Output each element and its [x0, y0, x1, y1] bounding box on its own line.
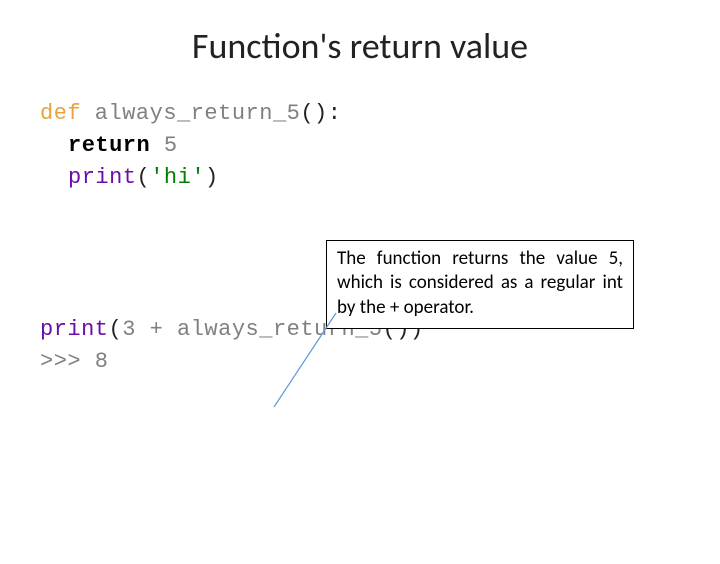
func-name: always_return_5 [81, 101, 300, 126]
open-paren: ( [137, 165, 151, 190]
kw-print: print [68, 165, 137, 190]
kw-return: return [68, 133, 150, 158]
code-line-2: return 5 [40, 130, 720, 162]
kw-print-2: print [40, 317, 109, 342]
parens: (): [300, 101, 341, 126]
code-line-3: print('hi') [40, 162, 720, 194]
slide-title: Function's return value [0, 24, 720, 68]
code-line-5: >>> 8 [40, 346, 720, 378]
code-line-1: def always_return_5(): [40, 98, 720, 130]
open-paren-2: ( [109, 317, 123, 342]
close-paren: ) [205, 165, 219, 190]
kw-def: def [40, 101, 81, 126]
string-literal: 'hi' [150, 165, 205, 190]
code-block: def always_return_5(): return 5 print('h… [40, 98, 720, 377]
callout-box: The function returns the value 5, which … [326, 240, 634, 329]
return-val: 5 [150, 133, 177, 158]
